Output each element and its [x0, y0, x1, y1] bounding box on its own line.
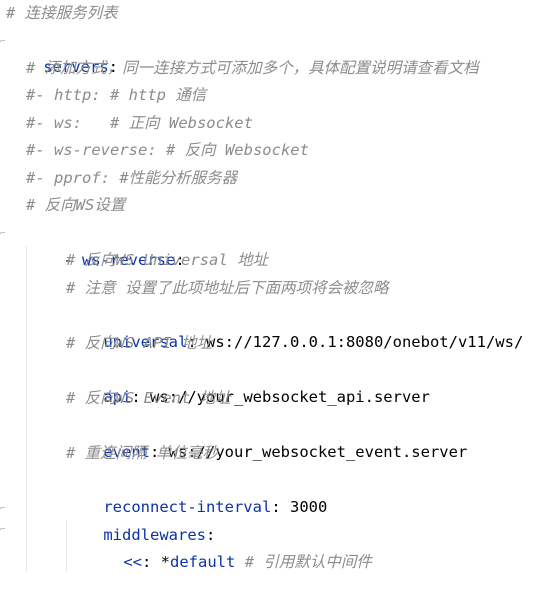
code-line: <<: *default # 引用默认中间件: [86, 522, 372, 571]
code-line: #- ws-reverse: # 反向 Websocket: [26, 141, 309, 159]
code-line: # 反向WS设置: [26, 196, 126, 214]
code-line: universal: ws://127.0.0.1:8080/onebot/v1…: [66, 302, 523, 351]
yaml-value: 3000: [289, 498, 328, 516]
code-line: #- ws: # 正向 Websocket: [26, 114, 253, 132]
code-line: #- pprof: #性能分析服务器: [26, 169, 238, 187]
code-line: servers:: [6, 27, 118, 76]
code-line: reconnect-interval: 3000: [66, 467, 327, 516]
code-line: # 重连间隔 单位毫秒: [66, 444, 218, 462]
code-editor[interactable]: ⌐ ⌐ ⌐ ⌐ # 连接服务列表 servers: # 添加方式，同一连接方式可…: [0, 0, 543, 571]
yaml-colon: :: [142, 553, 161, 571]
fold-marker-icon[interactable]: ⌐: [0, 525, 8, 535]
yaml-alias: default: [170, 553, 236, 571]
code-line: #- http: # http 通信: [26, 86, 207, 104]
yaml-alias-star: *: [160, 553, 171, 571]
code-line: # 添加方式，同一连接方式可添加多个，具体配置说明请查看文档: [26, 59, 479, 77]
code-line: # 连接服务列表: [6, 4, 118, 22]
code-line: # 反向WS Event 地址: [66, 389, 231, 407]
code-line: # 反向WS Universal 地址: [66, 251, 268, 269]
code-line: # 注意 设置了此项地址后下面两项将会被忽略: [66, 279, 389, 297]
yaml-merge-key: <<: [123, 553, 142, 571]
yaml-value: ws://127.0.0.1:8080/onebot/v11/ws/: [206, 333, 524, 351]
code-line: middlewares:: [66, 495, 215, 544]
fold-marker-icon[interactable]: ⌐: [0, 504, 8, 514]
code-line: - ws-reverse:: [26, 220, 184, 269]
inline-comment: # 引用默认中间件: [244, 553, 372, 571]
code-line: event: ws://your_websocket_event.server: [66, 412, 467, 461]
code-line: # 反向WS API 地址: [66, 334, 212, 352]
code-line: api: ws://your_websocket_api.server: [66, 357, 430, 406]
fold-marker-icon[interactable]: ⌐: [0, 229, 8, 239]
yaml-colon: :: [271, 498, 290, 516]
